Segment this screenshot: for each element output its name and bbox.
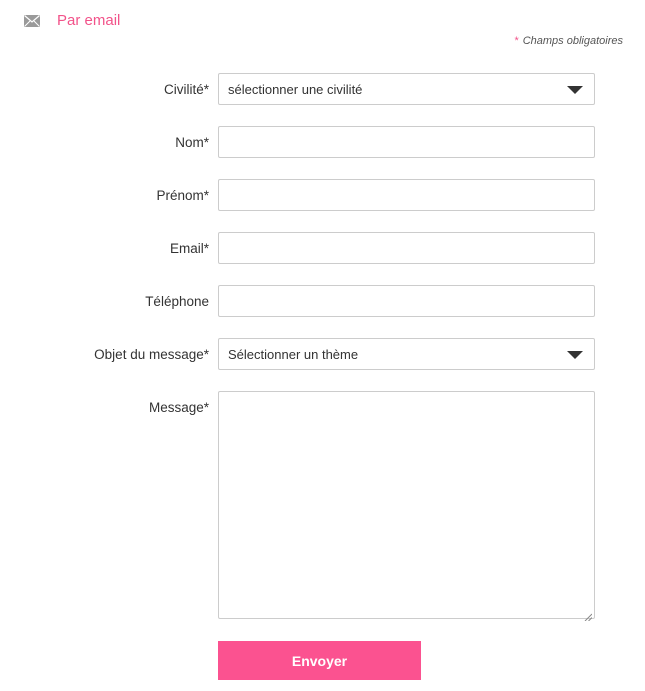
- message-label: Message*: [148, 400, 209, 415]
- nom-label: Nom*: [175, 135, 209, 150]
- message-textarea[interactable]: [218, 391, 595, 622]
- send-button[interactable]: Envoyer: [218, 641, 421, 680]
- chevron-down-icon: [567, 351, 583, 359]
- required-fields-note: * Champs obligatoires: [514, 35, 623, 47]
- civilite-label: Civilité*: [163, 82, 209, 97]
- objet-select[interactable]: Sélectionner un thème: [218, 338, 595, 370]
- email-input[interactable]: [218, 232, 595, 264]
- telephone-input[interactable]: [218, 285, 595, 317]
- required-star: *: [514, 35, 519, 47]
- prenom-input[interactable]: [218, 179, 595, 211]
- nom-input[interactable]: [218, 126, 595, 158]
- civilite-select[interactable]: sélectionner une civilité: [218, 73, 595, 105]
- telephone-label: Téléphone: [145, 294, 209, 309]
- prenom-label: Prénom*: [156, 188, 209, 203]
- civilite-select-value: sélectionner une civilité: [228, 82, 363, 97]
- header-title: Par email: [57, 11, 121, 29]
- chevron-down-icon: [567, 86, 583, 94]
- resize-grip-icon[interactable]: [584, 608, 593, 622]
- contact-header: Par email: [24, 10, 120, 30]
- email-label: Email*: [169, 241, 209, 256]
- required-note-text: Champs obligatoires: [522, 35, 623, 47]
- objet-label: Objet du message*: [94, 347, 209, 362]
- objet-select-value: Sélectionner un thème: [228, 347, 359, 362]
- mail-icon: [24, 14, 40, 27]
